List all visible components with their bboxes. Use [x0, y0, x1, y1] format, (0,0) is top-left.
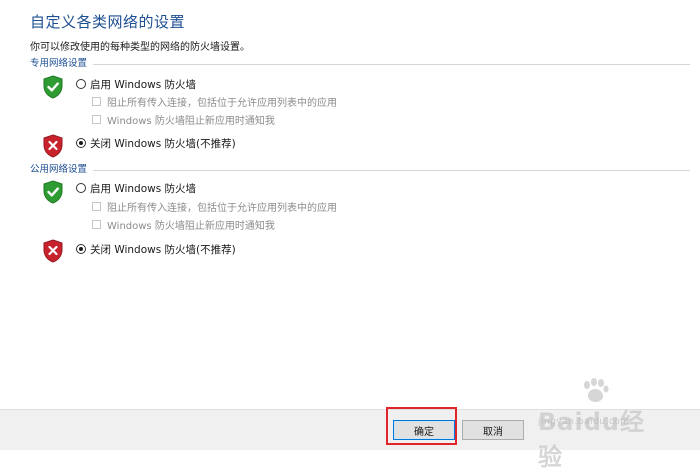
public-network-section-label: 公用网络设置	[30, 163, 94, 177]
paw-icon	[584, 378, 609, 402]
private-disable-firewall-radio[interactable]: 关闭 Windows 防火墙(不推荐)	[76, 135, 236, 151]
radio-label: 启用 Windows 防火墙	[90, 78, 197, 91]
radio-unchecked[interactable]	[76, 79, 86, 89]
private-enable-firewall-radio[interactable]: 启用 Windows 防火墙	[76, 76, 196, 92]
private-network-section-label: 专用网络设置	[30, 57, 94, 71]
green-shield-check-icon	[42, 75, 64, 99]
checkbox-label: 阻止所有传入连接，包括位于允许应用列表中的应用	[107, 97, 337, 109]
green-shield-check-icon	[42, 180, 64, 204]
radio-unchecked[interactable]	[76, 183, 86, 193]
checkbox-disabled[interactable]	[92, 219, 101, 229]
red-shield-x-icon	[42, 239, 64, 263]
public-enable-firewall-radio[interactable]: 启用 Windows 防火墙	[76, 180, 196, 196]
checkbox-disabled[interactable]	[92, 201, 101, 211]
private-notify-checkbox[interactable]: Windows 防火墙阻止新应用时通知我	[92, 112, 275, 127]
radio-checked[interactable]	[76, 138, 86, 148]
checkbox-label: Windows 防火墙阻止新应用时通知我	[107, 115, 275, 127]
section-divider	[30, 170, 690, 171]
radio-label: 关闭 Windows 防火墙(不推荐)	[90, 243, 236, 256]
radio-label: 关闭 Windows 防火墙(不推荐)	[90, 137, 236, 150]
private-block-all-checkbox[interactable]: 阻止所有传入连接，包括位于允许应用列表中的应用	[92, 94, 337, 109]
private-network-section-header: 专用网络设置	[30, 57, 690, 71]
page-description: 你可以修改使用的每种类型的网络的防火墙设置。	[30, 42, 250, 53]
cancel-button[interactable]: 取消	[462, 420, 524, 440]
red-shield-x-icon	[42, 134, 64, 158]
public-network-section-header: 公用网络设置	[30, 163, 690, 177]
section-divider	[30, 64, 690, 65]
checkbox-label: 阻止所有传入连接，包括位于允许应用列表中的应用	[107, 202, 337, 214]
page-title: 自定义各类网络的设置	[30, 13, 186, 31]
radio-checked[interactable]	[76, 244, 86, 254]
public-block-all-checkbox[interactable]: 阻止所有传入连接，包括位于允许应用列表中的应用	[92, 199, 337, 214]
dialog-footer	[0, 409, 700, 450]
checkbox-label: Windows 防火墙阻止新应用时通知我	[107, 220, 275, 232]
ok-button[interactable]: 确定	[393, 420, 455, 440]
checkbox-disabled[interactable]	[92, 96, 101, 106]
public-notify-checkbox[interactable]: Windows 防火墙阻止新应用时通知我	[92, 217, 275, 232]
radio-label: 启用 Windows 防火墙	[90, 182, 197, 195]
checkbox-disabled[interactable]	[92, 114, 101, 124]
public-disable-firewall-radio[interactable]: 关闭 Windows 防火墙(不推荐)	[76, 241, 236, 257]
